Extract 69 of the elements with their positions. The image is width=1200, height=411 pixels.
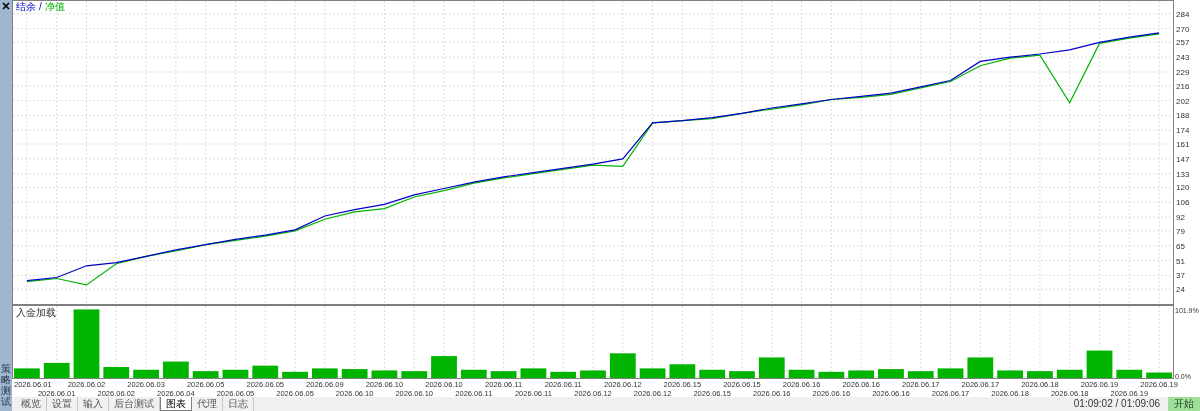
histogram-bar xyxy=(580,370,606,378)
histogram-bar xyxy=(1116,369,1143,378)
histogram-bar xyxy=(401,371,428,378)
histogram-bar xyxy=(222,369,249,378)
histogram-bar xyxy=(997,370,1024,378)
y-tick-label: 270 xyxy=(1176,24,1190,34)
legend-label: 净值 xyxy=(44,1,65,13)
tab[interactable]: 日志 xyxy=(223,397,254,411)
histogram-bar xyxy=(431,356,457,378)
y-tick-label: 24 xyxy=(1176,285,1185,295)
tab[interactable]: 输入 xyxy=(78,397,109,411)
histogram-bar xyxy=(1056,369,1083,378)
y-tick-label: 202 xyxy=(1176,96,1190,106)
histogram-bar xyxy=(73,309,100,378)
histogram-bar xyxy=(699,369,726,378)
y-tick-label: 216 xyxy=(1176,81,1190,91)
y-tick-label: 188 xyxy=(1176,111,1190,121)
histogram-bar xyxy=(133,369,159,378)
y-tick-label: 147 xyxy=(1176,154,1190,164)
y-tick-label: 133 xyxy=(1176,169,1190,179)
chart-title: 入金加载 xyxy=(16,307,56,319)
y-tick-label: 229 xyxy=(1176,68,1190,77)
tab[interactable]: 概览 xyxy=(16,397,47,411)
y-tick-label: 92 xyxy=(1176,213,1185,223)
histogram-bar xyxy=(639,368,666,378)
histogram-bar xyxy=(609,353,636,378)
histogram-bar xyxy=(907,371,934,378)
histogram-bar xyxy=(878,369,904,378)
histogram-bar xyxy=(550,371,577,378)
legend-separator: / xyxy=(39,1,42,13)
histogram-bar xyxy=(937,368,964,378)
histogram-bar xyxy=(729,371,755,378)
histogram-bar xyxy=(848,370,875,378)
legend-label: 结余 xyxy=(16,1,36,13)
histogram-bar xyxy=(490,371,517,378)
y-tick-label: 284 xyxy=(1176,9,1190,19)
histogram-bar xyxy=(311,368,338,378)
y-tick-label: 120 xyxy=(1176,183,1190,193)
elapsed-time: 01:09:02 / 01:09:06 xyxy=(1073,397,1160,411)
histogram-bar xyxy=(14,368,40,378)
tab[interactable]: 图表 xyxy=(160,397,192,411)
panel-title: 策略测试 xyxy=(1,363,11,407)
y-tick-label: 51 xyxy=(1176,256,1185,266)
y-tick-label: 79 xyxy=(1176,226,1185,236)
tab[interactable]: 代理 xyxy=(192,397,223,411)
tab[interactable]: 设置 xyxy=(47,397,78,411)
histogram-bar xyxy=(1027,371,1053,378)
y-tick-label: 37 xyxy=(1176,271,1185,281)
y-tick-label: 257 xyxy=(1176,38,1190,48)
close-icon[interactable] xyxy=(2,2,10,10)
y-tick-label: 174 xyxy=(1176,126,1190,136)
y-tick-label: 243 xyxy=(1176,53,1190,63)
histogram-bar xyxy=(669,364,696,378)
y-tick-label: 161 xyxy=(1176,140,1190,150)
histogram-bar xyxy=(460,369,487,378)
histogram-bar xyxy=(192,371,219,378)
histogram-bar xyxy=(967,357,994,378)
histogram-bar xyxy=(371,370,398,378)
y-tick-label: 65 xyxy=(1176,241,1185,251)
histogram-bar xyxy=(818,371,845,378)
histogram-bar xyxy=(788,369,815,378)
histogram-bar xyxy=(103,367,130,378)
histogram-bar xyxy=(341,369,368,378)
histogram-bar xyxy=(1146,372,1172,378)
y-tick-label: 106 xyxy=(1176,198,1190,208)
histogram-bar xyxy=(520,368,547,378)
start-button[interactable]: 开始 xyxy=(1168,397,1200,411)
histogram-bar xyxy=(758,357,785,378)
histogram-bar xyxy=(282,371,308,378)
